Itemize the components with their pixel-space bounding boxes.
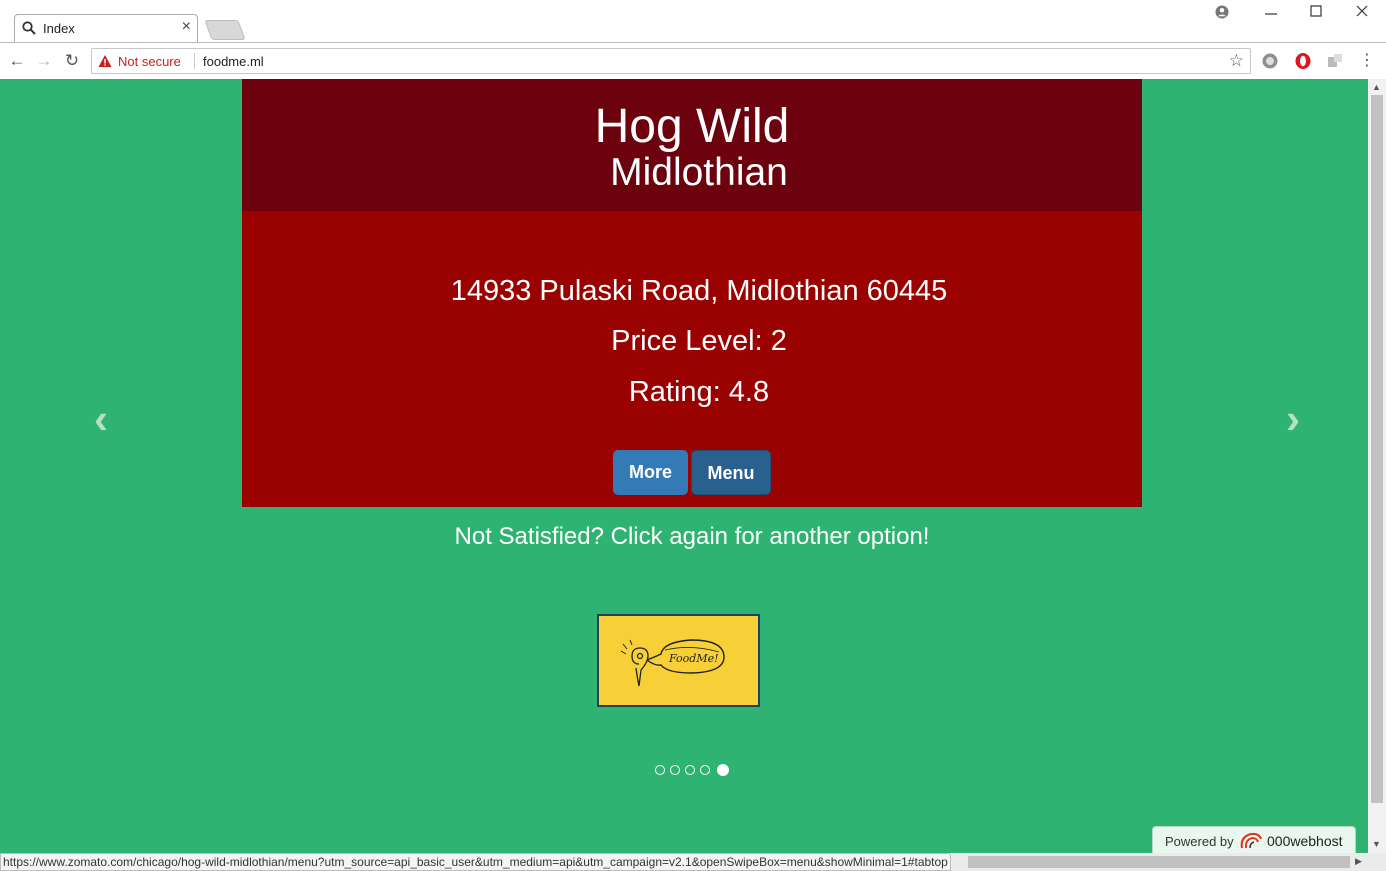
- search-icon: [22, 21, 36, 35]
- vertical-scrollbar[interactable]: ▲ ▼: [1368, 79, 1386, 853]
- host-brand: 000webhost: [1267, 833, 1343, 849]
- browser-menu-icon[interactable]: ⋮: [1357, 51, 1377, 71]
- bookmark-star-icon[interactable]: ☆: [1229, 51, 1244, 71]
- rating: Rating: 4.8: [628, 376, 770, 408]
- restaurant-name: Hog Wild: [594, 100, 790, 153]
- opera-icon[interactable]: [1294, 52, 1312, 70]
- powered-label: Powered by: [1165, 834, 1234, 849]
- horizontal-scrollbar-thumb[interactable]: [968, 856, 1350, 868]
- new-tab-button[interactable]: [204, 20, 246, 40]
- url-text[interactable]: foodme.ml: [203, 54, 264, 69]
- minimize-icon[interactable]: [1260, 4, 1282, 20]
- retry-hint: Not Satisfied? Click again for another o…: [454, 523, 930, 550]
- security-label[interactable]: Not secure: [118, 54, 181, 69]
- close-window-icon[interactable]: [1351, 4, 1373, 20]
- browser-tab[interactable]: Index ×: [14, 14, 198, 42]
- restaurant-address: 14933 Pulaski Road, Midlothian 60445: [450, 275, 948, 307]
- address-divider: [194, 53, 195, 69]
- carousel-prev-icon[interactable]: ‹: [94, 395, 108, 443]
- restaurant-city: Midlothian: [610, 151, 788, 194]
- status-bar: https://www.zomato.com/chicago/hog-wild-…: [0, 853, 1386, 871]
- scroll-right-icon[interactable]: ▶: [1355, 856, 1362, 867]
- browser-titlebar: Index ×: [0, 0, 1386, 42]
- price-level: Price Level: 2: [611, 325, 787, 357]
- restaurant-header: Hog Wild Midlothian: [242, 79, 1142, 211]
- scrollbar-thumb[interactable]: [1371, 95, 1383, 803]
- powered-by-badge[interactable]: Powered by 000webhost: [1152, 826, 1356, 853]
- address-bar[interactable]: Not secure foodme.ml ☆: [91, 48, 1251, 74]
- webhost-logo-icon: [1240, 832, 1262, 849]
- warning-icon: [98, 55, 112, 67]
- reload-icon[interactable]: ↻: [62, 51, 82, 71]
- scroll-down-icon[interactable]: ▼: [1372, 839, 1381, 849]
- back-icon[interactable]: ←: [7, 51, 27, 71]
- status-url: https://www.zomato.com/chicago/hog-wild-…: [0, 853, 951, 871]
- foodme-logo-graphic: FoodMe!: [620, 639, 725, 687]
- page-content: Hog Wild Midlothian 14933 Pulaski Road, …: [0, 79, 1368, 853]
- extension-circle-icon[interactable]: [1261, 52, 1279, 70]
- carousel-dot-1[interactable]: [655, 765, 665, 775]
- carousel-dot-5[interactable]: [717, 764, 729, 776]
- extension-puzzle-icon[interactable]: [1326, 52, 1344, 70]
- maximize-icon[interactable]: [1305, 4, 1327, 20]
- restaurant-details: 14933 Pulaski Road, Midlothian 60445 Pri…: [242, 211, 1142, 507]
- carousel-dot-3[interactable]: [685, 765, 695, 775]
- tab-title: Index: [43, 21, 75, 36]
- forward-icon[interactable]: →: [34, 51, 54, 71]
- scroll-up-icon[interactable]: ▲: [1372, 82, 1381, 92]
- tab-close-icon[interactable]: ×: [182, 18, 191, 36]
- logo-text: FoodMe!: [668, 652, 719, 665]
- browser-toolbar: ← → ↻ Not secure foodme.ml ☆ ⋮: [0, 42, 1386, 79]
- carousel-dot-2[interactable]: [670, 765, 680, 775]
- more-button[interactable]: More: [613, 450, 688, 495]
- foodme-logo[interactable]: FoodMe!: [597, 614, 760, 707]
- menu-button[interactable]: Menu: [691, 450, 771, 495]
- profile-icon[interactable]: [1211, 4, 1233, 20]
- carousel-dot-4[interactable]: [700, 765, 710, 775]
- carousel-next-icon[interactable]: ›: [1286, 395, 1300, 443]
